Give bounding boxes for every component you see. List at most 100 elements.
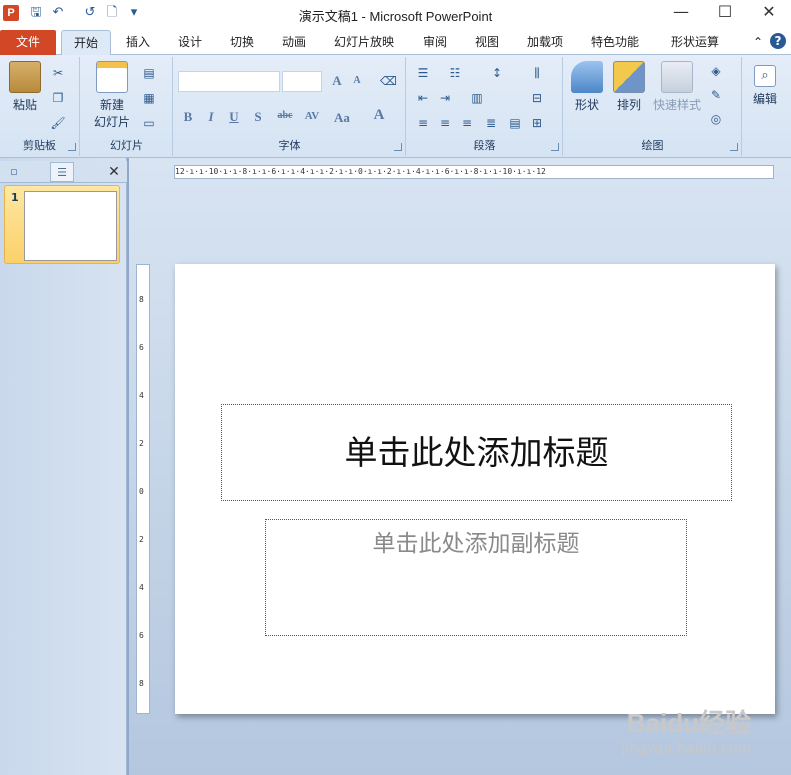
vertical-ruler-label: 4 — [139, 391, 144, 400]
cut-icon[interactable]: ✂ — [50, 65, 66, 81]
char-spacing-button[interactable]: AV — [300, 110, 324, 122]
clear-formatting-icon[interactable]: ⌫ — [380, 73, 397, 89]
text-direction-icon[interactable]: ⫼ — [529, 65, 545, 81]
bold-button[interactable]: B — [179, 109, 197, 125]
tab-view[interactable]: 视图 — [466, 30, 508, 55]
tab-animations[interactable]: 动画 — [273, 30, 315, 55]
font-group-label: 字体 — [278, 139, 301, 152]
collapse-ribbon-icon[interactable]: ⌃ — [750, 30, 766, 55]
numbering-icon[interactable]: ☷ — [447, 65, 463, 81]
change-case-button[interactable]: Aa — [330, 110, 354, 126]
title-placeholder[interactable]: 单击此处添加标题 — [221, 404, 732, 501]
reset-slide-icon[interactable]: ▦ — [141, 90, 157, 106]
underline-button[interactable]: U — [225, 109, 243, 125]
font-launcher-icon[interactable] — [394, 143, 402, 151]
align-text-icon[interactable]: ⊟ — [529, 90, 545, 106]
shapes-label: 形状 — [574, 98, 599, 112]
maximize-button[interactable]: ☐ — [706, 0, 744, 26]
vertical-ruler[interactable]: 8 6 4 2 0 2 4 6 8 — [136, 264, 150, 714]
section-icon[interactable]: ▭ — [141, 115, 157, 131]
paragraph-group: ☰ ☷ ↕ ⫼ ⇤ ⇥ ▥ ⊟ ≡ ≡ ≡ ≣ ▤ ⊞ 段落 — [407, 57, 563, 156]
slide-editor: 12·ı·ı·10·ı·ı·8·ı·ı·6·ı·ı·4·ı·ı·2·ı·ı·0·… — [129, 158, 791, 775]
columns-icon[interactable]: ▥ — [469, 90, 485, 106]
font-name-combo[interactable] — [178, 71, 280, 92]
shadow-button[interactable]: S — [249, 109, 267, 125]
italic-button[interactable]: I — [202, 109, 220, 125]
font-color-button[interactable]: A — [370, 107, 388, 124]
editing-label: 编辑 — [752, 92, 777, 106]
tab-addins[interactable]: 加载项 — [518, 30, 572, 55]
align-center-icon[interactable]: ≡ — [437, 115, 453, 131]
drawing-group: 形状 排列 快速样式 ◈ ✎ ◎ 绘图 — [564, 57, 742, 156]
arrange-button[interactable]: 排列 — [610, 61, 648, 113]
align-right-icon[interactable]: ≡ — [459, 115, 475, 131]
editing-button[interactable]: ⌕ 编辑 — [747, 65, 783, 107]
tab-review[interactable]: 审阅 — [414, 30, 456, 55]
grow-font-button[interactable]: A — [328, 73, 346, 89]
quick-styles-button[interactable]: 快速样式 — [652, 61, 702, 113]
drawing-group-label: 绘图 — [641, 139, 664, 152]
slide-thumbnail-item[interactable]: 1 — [4, 185, 120, 264]
align-left-icon[interactable]: ≡ — [415, 115, 431, 131]
close-pane-icon[interactable]: ✕ — [102, 162, 126, 182]
format-painter-icon[interactable]: 🖌 — [50, 115, 66, 131]
thumbnail-pane-tabs: ▫ ☰ ✕ — [0, 161, 127, 183]
baidu-watermark: Baidu经验 jingyan.baidu.com — [622, 703, 751, 757]
justify-icon[interactable]: ≣ — [483, 115, 499, 131]
watermark-brand: Baidu经验 — [626, 708, 751, 738]
slides-tab-icon[interactable]: ▫ — [2, 162, 26, 182]
line-spacing-icon[interactable]: ↕ — [489, 65, 505, 81]
smartart-icon[interactable]: ⊞ — [529, 115, 545, 131]
minimize-button[interactable]: — — [662, 0, 700, 26]
shrink-font-button[interactable]: A — [348, 75, 366, 86]
increase-indent-icon[interactable]: ⇥ — [437, 90, 453, 106]
tab-design[interactable]: 设计 — [169, 30, 211, 55]
tab-insert[interactable]: 插入 — [117, 30, 159, 55]
new-slide-label-line2: 幻灯片 — [93, 115, 130, 129]
new-slide-button[interactable]: 新建 幻灯片 — [87, 61, 137, 130]
decrease-indent-icon[interactable]: ⇤ — [415, 90, 431, 106]
outline-tab-icon[interactable]: ☰ — [50, 162, 74, 182]
bullets-icon[interactable]: ☰ — [415, 65, 431, 81]
paste-label: 粘贴 — [12, 98, 37, 112]
vertical-ruler-label: 8 — [139, 679, 144, 688]
vertical-ruler-label: 6 — [139, 631, 144, 640]
new-slide-label-line1: 新建 — [99, 98, 124, 112]
shapes-button[interactable]: 形状 — [568, 61, 606, 113]
tab-file[interactable]: 文件 — [0, 30, 56, 55]
slide-thumbnail-number: 1 — [11, 191, 19, 204]
quick-styles-icon — [661, 61, 693, 93]
help-icon[interactable]: ? — [770, 33, 786, 49]
slide-canvas[interactable]: 单击此处添加标题 单击此处添加副标题 — [175, 264, 775, 714]
shape-outline-icon[interactable]: ✎ — [708, 87, 724, 103]
clipboard-group: 粘贴 ✂ ❐ 🖌 剪贴板 — [0, 57, 80, 156]
drawing-launcher-icon[interactable] — [730, 143, 738, 151]
distribute-icon[interactable]: ▤ — [507, 115, 523, 131]
paragraph-launcher-icon[interactable] — [551, 143, 559, 151]
tab-slideshow[interactable]: 幻灯片放映 — [327, 30, 401, 55]
clipboard-launcher-icon[interactable] — [68, 143, 76, 151]
subtitle-placeholder[interactable]: 单击此处添加副标题 — [265, 519, 687, 636]
slides-group-label: 幻灯片 — [110, 139, 143, 152]
shape-effects-icon[interactable]: ◎ — [708, 111, 724, 127]
vertical-ruler-label: 4 — [139, 583, 144, 592]
slides-group: 新建 幻灯片 ▤ ▦ ▭ 幻灯片 — [81, 57, 173, 156]
binoculars-icon: ⌕ — [754, 65, 776, 87]
tab-featured[interactable]: 特色功能 — [584, 30, 646, 55]
tab-home[interactable]: 开始 — [61, 30, 111, 56]
vertical-ruler-label: 0 — [139, 487, 144, 496]
paste-button[interactable]: 粘贴 — [6, 61, 44, 113]
close-button[interactable]: ✕ — [750, 0, 788, 26]
font-size-combo[interactable] — [282, 71, 322, 92]
tab-transitions[interactable]: 切换 — [221, 30, 263, 55]
title-bar: P 🖫 ↶ ↺ 🗋 ▾ 演示文稿1 - Microsoft PowerPoint… — [0, 0, 791, 28]
ribbon-tab-bar: 文件 开始 插入 设计 切换 动画 幻灯片放映 审阅 视图 加载项 特色功能 形… — [0, 28, 791, 56]
horizontal-ruler[interactable]: 12·ı·ı·10·ı·ı·8·ı·ı·6·ı·ı·4·ı·ı·2·ı·ı·0·… — [174, 165, 774, 179]
slide-thumbnail[interactable] — [24, 191, 117, 261]
copy-icon[interactable]: ❐ — [50, 90, 66, 106]
shape-fill-icon[interactable]: ◈ — [708, 63, 724, 79]
tab-shape-ops[interactable]: 形状运算 — [664, 30, 726, 55]
strikethrough-button[interactable]: abc — [272, 110, 298, 121]
watermark-url: jingyan.baidu.com — [621, 740, 751, 757]
layout-icon[interactable]: ▤ — [141, 65, 157, 81]
